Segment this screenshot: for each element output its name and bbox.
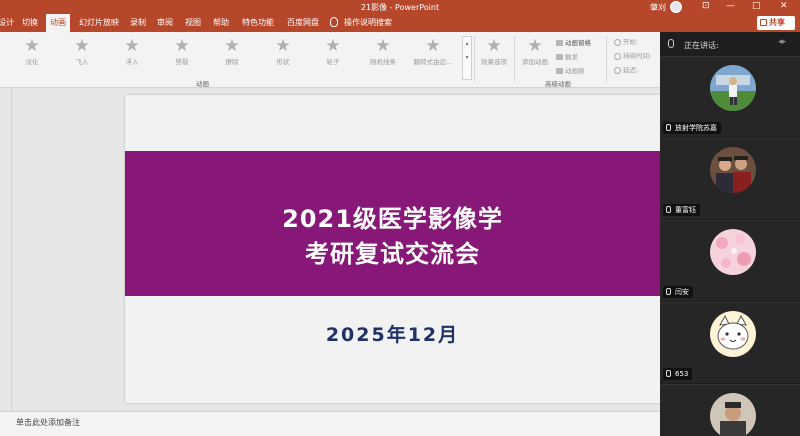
participant-avatar (710, 147, 756, 193)
animation-pane-icon (556, 40, 563, 46)
lightbulb-icon (330, 17, 338, 27)
trigger-button[interactable]: 触发 (556, 51, 578, 61)
slide-canvas[interactable]: 2021级医学影像学 考研复试交流会 2025年12月 (125, 95, 660, 403)
delay-icon (614, 66, 621, 74)
minimize-icon[interactable]: — (726, 1, 735, 11)
tab-special-features[interactable]: 特色功能 (238, 14, 278, 32)
add-animation-button[interactable]: ★ 添加动画 (518, 36, 552, 66)
effect-options-icon: ★ (486, 36, 502, 56)
slide-date[interactable]: 2025年12月 (125, 320, 660, 347)
slide-title-line-2[interactable]: 考研复试交流会 (125, 234, 660, 269)
tab-review[interactable]: 审阅 (153, 14, 177, 32)
animation-random-bars[interactable]: ★ 随机线条 (359, 36, 407, 72)
slide-thumbnail-pane[interactable] (0, 88, 12, 411)
group-label-advanced-animation: 高级动画 (545, 80, 571, 88)
animation-gallery-scroll[interactable]: ▴ ▾ (462, 36, 472, 80)
participant-tile[interactable]: 653 (660, 302, 800, 383)
ribbon-display-options-icon[interactable]: ⊡ (702, 1, 710, 11)
animation-float-in[interactable]: ★ 浮入 (108, 36, 156, 72)
star-icon: ★ (124, 36, 140, 56)
participant-name: 闫安 (663, 286, 693, 298)
star-icon: ★ (325, 36, 341, 56)
star-icon: ★ (74, 36, 90, 56)
ribbon-animations: ★ 淡化 ★ 飞入 ★ 浮入 ★ 劈裂 ★ 擦除 ★ 形状 ★ 轮子 ★ 随机线条 ★ 翻转式由远… (0, 32, 660, 88)
tab-design[interactable]: 设计 (0, 14, 18, 32)
effect-options-button[interactable]: ★ 效果选项 (477, 36, 511, 66)
participant-avatar (710, 393, 756, 436)
microphone-icon (666, 206, 671, 213)
star-icon: ★ (275, 36, 291, 56)
ribbon-separator (514, 36, 515, 82)
star-icon: ★ (24, 36, 40, 56)
title-band: 2021级医学影像学 考研复试交流会 (125, 151, 660, 296)
tab-view[interactable]: 视图 (181, 14, 205, 32)
trigger-icon (556, 54, 563, 60)
tab-record[interactable]: 录制 (126, 14, 150, 32)
animation-pane-button[interactable]: 动画窗格 (556, 37, 591, 47)
star-icon: ★ (375, 36, 391, 56)
animation-shape[interactable]: ★ 形状 (259, 36, 307, 72)
microphone-icon (668, 39, 674, 48)
user-avatar[interactable] (670, 1, 682, 13)
timing-duration[interactable]: 持续时间: (614, 50, 651, 60)
share-icon (760, 19, 767, 26)
tell-me-search[interactable]: 操作说明搜索 (344, 14, 392, 32)
tab-animations[interactable]: 动画 (46, 14, 70, 32)
speaking-header: 正在讲话: ◂▸ (660, 32, 800, 56)
animation-fly-in[interactable]: ★ 飞入 (58, 36, 106, 72)
timing-start[interactable]: 开始: (614, 36, 638, 46)
participant-avatar (710, 65, 756, 111)
chevron-up-icon[interactable]: ▴ (463, 37, 471, 51)
participant-name: 董富钰 (663, 204, 700, 216)
ribbon-separator (474, 36, 475, 82)
microphone-icon (666, 288, 671, 295)
slide-title-line-1[interactable]: 2021级医学影像学 (125, 199, 660, 234)
participant-name: 653 (663, 368, 693, 380)
star-icon: ★ (425, 36, 441, 56)
maximize-icon[interactable]: □ (752, 1, 761, 11)
animation-grow-turn[interactable]: ★ 翻转式由远... (406, 36, 460, 72)
tab-baidu-netdisk[interactable]: 百度网盘 (283, 14, 323, 32)
animation-split[interactable]: ★ 劈裂 (158, 36, 206, 72)
ribbon-tabs: 设计 切换 动画 幻灯片放映 录制 审阅 视图 帮助 特色功能 百度网盘 操作说… (0, 14, 800, 32)
participant-tile[interactable]: 放射学院苏嘉 (660, 56, 800, 137)
chevron-down-icon[interactable]: ▾ (463, 51, 471, 65)
ribbon-separator (606, 36, 607, 82)
microphone-icon (666, 370, 671, 377)
tab-slideshow[interactable]: 幻灯片放映 (75, 14, 123, 32)
close-icon[interactable]: ✕ (780, 1, 788, 11)
animation-painter-icon (556, 68, 563, 74)
group-label-animation: 动画 (196, 80, 209, 88)
animation-wheel[interactable]: ★ 轮子 (309, 36, 357, 72)
tab-transitions[interactable]: 切换 (18, 14, 42, 32)
meeting-participants-panel: 正在讲话: ◂▸ 放射学院苏嘉 董富钰 闫安 653 (660, 32, 800, 436)
participant-name: 放射学院苏嘉 (663, 122, 721, 134)
animation-painter-button[interactable]: 动画刷 (556, 65, 585, 75)
star-icon: ★ (224, 36, 240, 56)
participant-tile[interactable]: 闫安 (660, 220, 800, 301)
star-icon: ★ (174, 36, 190, 56)
timing-delay[interactable]: 延迟: (614, 64, 638, 74)
tab-help[interactable]: 帮助 (209, 14, 233, 32)
title-bar: 21影像 - PowerPoint 肇刈 ⊡ — □ ✕ (0, 0, 800, 14)
speaking-label: 正在讲话: (684, 41, 719, 50)
notes-pane[interactable]: 单击此处添加备注 (0, 411, 660, 436)
participant-tile[interactable]: 董富钰 (660, 138, 800, 219)
powerpoint-window: 21影像 - PowerPoint 肇刈 ⊡ — □ ✕ 设计 切换 动画 幻灯… (0, 0, 800, 436)
animation-fade[interactable]: ★ 淡化 (8, 36, 56, 72)
start-icon (614, 38, 621, 46)
duration-icon (614, 52, 621, 60)
animation-wipe[interactable]: ★ 擦除 (208, 36, 256, 72)
add-animation-icon: ★ (527, 36, 543, 56)
user-name[interactable]: 肇刈 (650, 2, 666, 13)
panel-scroll-arrows-icon[interactable]: ◂▸ (778, 37, 786, 47)
share-label: 共享 (769, 18, 785, 27)
participant-avatar (710, 311, 756, 357)
microphone-icon (666, 124, 671, 131)
participant-avatar (710, 229, 756, 275)
participant-tile[interactable] (660, 384, 800, 436)
share-button[interactable]: 共享 (757, 16, 795, 30)
